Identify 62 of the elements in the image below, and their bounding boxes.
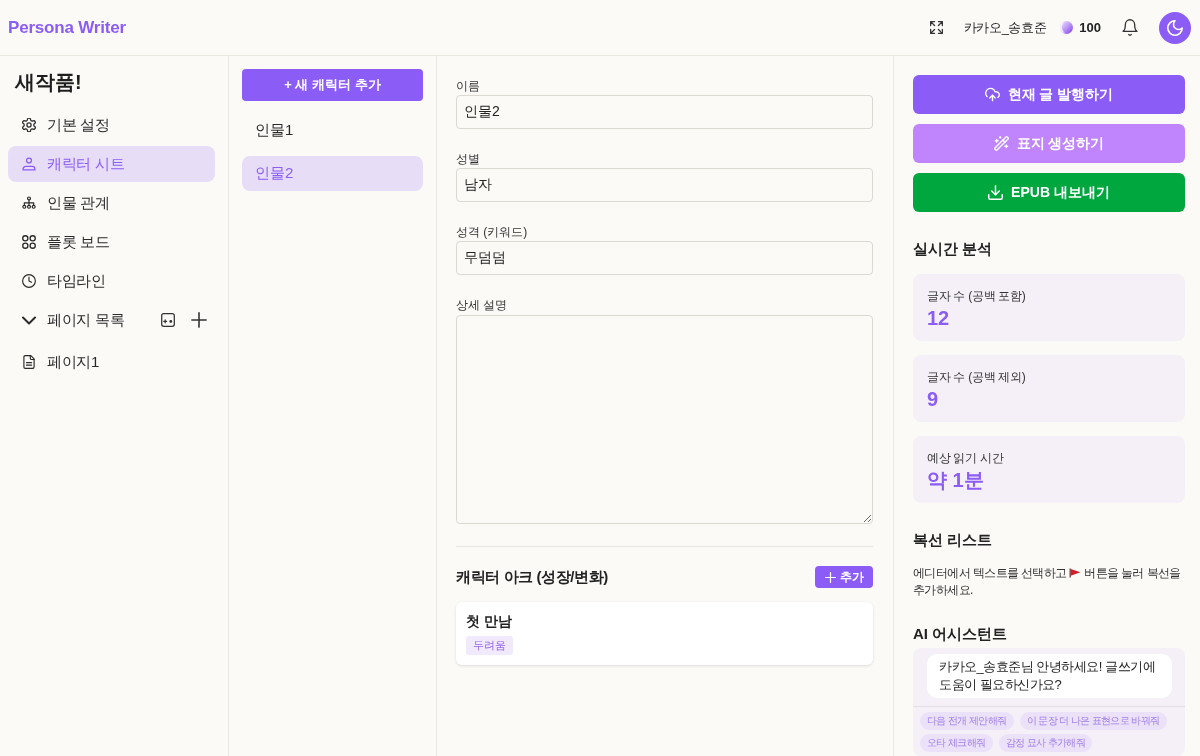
cloud-upload-icon xyxy=(984,87,1000,102)
text-field[interactable]: 인물2 xyxy=(456,95,873,129)
clock-icon xyxy=(22,274,36,288)
field-label: 성격 (키워드) xyxy=(456,224,528,240)
suggestion-chip[interactable]: 감정 묘사 추가해줘 xyxy=(998,734,1093,752)
section-toggle[interactable]: 페이지 목록 xyxy=(22,310,161,330)
add-character-button[interactable]: + 새 캐릭터 추가 xyxy=(242,69,423,101)
download-icon xyxy=(988,185,1004,200)
stat-label: 예상 읽기 시간 xyxy=(927,450,1004,466)
field-label: 이름 xyxy=(456,78,480,94)
project-title: 새작품! xyxy=(13,70,83,95)
magic-wand-icon xyxy=(993,136,1009,151)
suggestion-chip[interactable]: 이 문장 더 나은 표현으로 바꿔줘 xyxy=(1019,712,1167,730)
action-button[interactable]: 표지 생성하기 xyxy=(913,124,1185,163)
nav-item[interactable]: 캐릭터 시트 xyxy=(8,146,215,182)
username-label: 카카오_송효준 xyxy=(963,18,1047,37)
character-item[interactable]: 인물2 xyxy=(242,156,423,191)
plus-icon xyxy=(825,571,836,583)
section-heading: 복선 리스트 xyxy=(913,530,993,550)
circle-grid-icon xyxy=(22,235,36,249)
person-icon xyxy=(22,157,36,171)
flag-icon xyxy=(1069,568,1082,578)
character-item[interactable]: 인물1 xyxy=(242,113,423,148)
field-label: 성별 xyxy=(456,151,480,167)
credit-count: 100 xyxy=(1079,20,1101,35)
stat-label: 글자 수 (공백 포함) xyxy=(927,288,1026,304)
nav-item[interactable]: 인물 관계 xyxy=(8,185,215,221)
textarea-field[interactable] xyxy=(456,315,873,524)
nav-item[interactable]: 타임라인 xyxy=(8,263,215,299)
message-bubble: 카카오_송효준님 안녕하세요! 글쓰기에 도움이 필요하신가요? xyxy=(927,654,1172,698)
hint-text: 에디터에서 텍스트를 선택하고 버튼을 눌러 복선을 추가하세요. xyxy=(913,565,1182,599)
theme-toggle-button[interactable] xyxy=(1159,11,1191,44)
section-title: 캐릭터 아크 (성장/변화) xyxy=(456,567,608,587)
add-button[interactable]: 추가 xyxy=(815,566,873,588)
bell-icon[interactable] xyxy=(1122,19,1138,36)
field-label: 상세 설명 xyxy=(456,297,508,313)
section-heading: AI 어시스턴트 xyxy=(913,624,1008,644)
stat-value: 약 1분 xyxy=(927,468,984,493)
nav-item[interactable]: 기본 설정 xyxy=(8,107,215,143)
section-heading: 실시간 분석 xyxy=(913,239,993,259)
stat-value: 9 xyxy=(927,387,939,412)
app-logo: Persona Writer xyxy=(8,17,126,38)
fullscreen-icon[interactable] xyxy=(929,21,943,34)
text-field[interactable]: 남자 xyxy=(456,168,873,202)
stat-label: 글자 수 (공백 제외) xyxy=(927,369,1026,385)
hierarchy-icon xyxy=(22,196,36,210)
suggestion-chip[interactable]: 오타 체크해줘 xyxy=(920,734,993,752)
nav-item[interactable]: 플롯 보드 xyxy=(8,224,215,260)
settings-icon xyxy=(22,118,36,132)
text-field[interactable]: 무덤덤 xyxy=(456,241,873,275)
moon-icon xyxy=(1167,19,1183,36)
document-icon xyxy=(22,355,36,369)
arc-title: 첫 만남 xyxy=(466,612,512,630)
coin-icon xyxy=(1060,21,1074,34)
action-button[interactable]: EPUB 내보내기 xyxy=(913,173,1185,212)
page-item[interactable]: 페이지1 xyxy=(8,344,215,380)
tag: 두려움 xyxy=(466,636,513,655)
suggestion-chip[interactable]: 다음 전개 제안해줘 xyxy=(920,712,1014,730)
stat-value: 12 xyxy=(927,306,950,331)
square-sparkle-icon[interactable] xyxy=(161,313,175,327)
plus-icon[interactable] xyxy=(191,312,207,328)
action-button[interactable]: 현재 글 발행하기 xyxy=(913,75,1185,114)
